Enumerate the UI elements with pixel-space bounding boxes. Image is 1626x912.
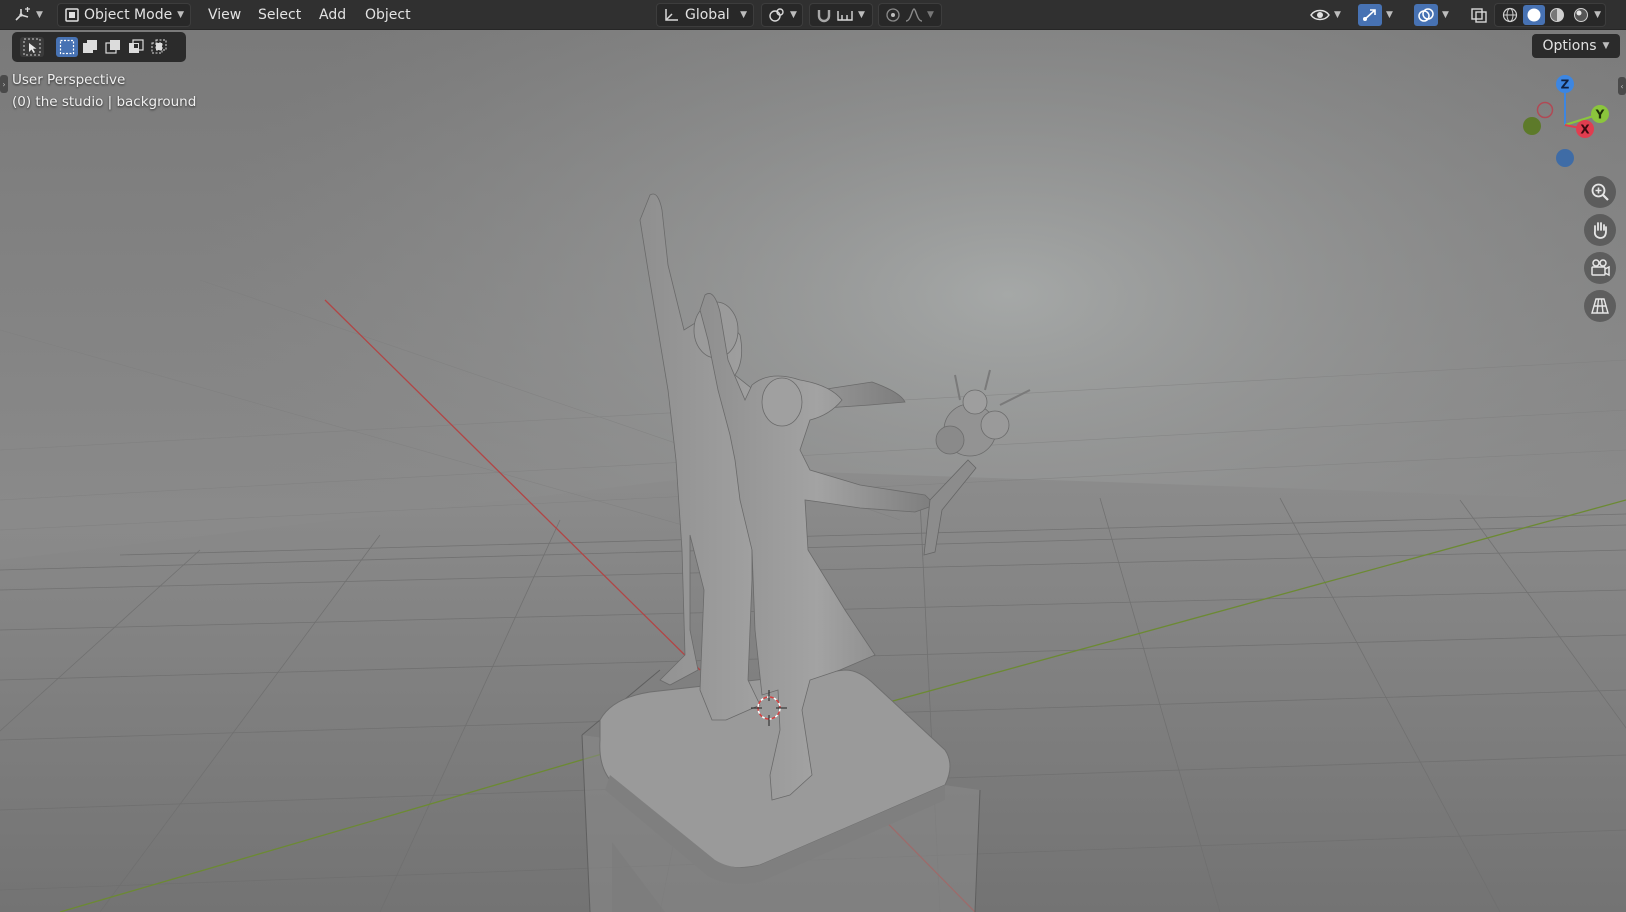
z-axis-label: Z [1561, 78, 1570, 92]
xray-toggle[interactable] [1464, 3, 1494, 27]
select-subtract-icon [105, 39, 121, 55]
select-extend-icon [82, 39, 98, 55]
chevron-down-icon: ▼ [790, 10, 797, 20]
editor-type-selector[interactable]: ▼ [8, 3, 49, 27]
zoom-button[interactable] [1584, 176, 1616, 208]
material-preview-shading-icon[interactable] [1547, 7, 1569, 23]
viewport-scene [0, 30, 1626, 912]
falloff-curve-icon[interactable] [905, 7, 923, 23]
xray-toggle-icon [1470, 7, 1488, 23]
select-new-icon [59, 39, 75, 55]
menu-select[interactable]: Select [258, 5, 301, 25]
wireframe-shading-icon[interactable] [1499, 7, 1521, 23]
solid-shading-icon[interactable] [1522, 5, 1545, 25]
3d-viewport-icon [14, 7, 32, 23]
options-label: Options [1542, 38, 1597, 54]
x-axis-handle[interactable]: X [1576, 120, 1594, 138]
selection-mode-intersect[interactable] [148, 37, 170, 57]
mode-label: Object Mode [84, 7, 173, 23]
perspective-label: User Perspective [12, 72, 126, 88]
pan-button[interactable] [1584, 214, 1616, 246]
camera-view-button[interactable] [1584, 252, 1616, 284]
chevron-down-icon: ▼ [177, 10, 184, 20]
select-intersect-icon [151, 39, 167, 55]
chevron-down-icon: ▼ [927, 10, 934, 20]
orthographic-grid-icon [1590, 296, 1610, 316]
object-visibility-selector[interactable]: ▼ [1304, 3, 1347, 27]
viewport-header: ▼ Object Mode ▼ View Select Add Object G… [0, 0, 1626, 30]
tool-settings-bar [12, 32, 186, 62]
gizmo-toggle-icon[interactable] [1358, 4, 1382, 26]
chevron-down-icon: ▼ [740, 10, 747, 20]
y-axis-handle[interactable]: Y [1591, 105, 1609, 123]
pivot-point-icon [768, 7, 786, 23]
collection-label: (0) the studio | background [12, 94, 197, 110]
chevron-down-icon: ▼ [858, 10, 865, 20]
chevron-down-icon: ▼ [1334, 10, 1341, 20]
orientation-label: Global [685, 7, 730, 23]
selection-mode-new[interactable] [56, 37, 78, 57]
object-visibility-icon [1310, 7, 1330, 23]
chevron-down-icon: ▼ [36, 10, 43, 20]
options-dropdown[interactable]: Options ▼ [1532, 34, 1620, 58]
navigation-gizmo[interactable]: Z Y X [1510, 70, 1620, 180]
object-mode-icon [64, 7, 80, 23]
magnet-snap-icon[interactable] [816, 7, 832, 23]
orthographic-toggle-button[interactable] [1584, 290, 1616, 322]
orientation-axes-icon [663, 7, 681, 23]
gizmo-controls[interactable]: ▼ [1352, 3, 1399, 27]
select-invert-icon [128, 39, 144, 55]
z-axis-handle[interactable]: Z [1556, 75, 1574, 93]
chevron-down-icon[interactable]: ▼ [1594, 10, 1601, 20]
camera-view-icon [1589, 258, 1611, 278]
x-axis-label: X [1580, 123, 1590, 137]
overlays-icon[interactable] [1414, 4, 1438, 26]
proportional-editing-icon[interactable] [885, 7, 901, 23]
selection-mode-subtract[interactable] [102, 37, 124, 57]
menu-add[interactable]: Add [319, 5, 346, 25]
shading-mode-group: ▼ [1494, 3, 1606, 27]
select-cursor-icon [23, 38, 41, 56]
select-tool-button[interactable] [20, 37, 44, 57]
rendered-shading-icon[interactable] [1570, 7, 1592, 23]
proportional-editing-controls[interactable]: ▼ [878, 3, 942, 27]
selection-mode-invert[interactable] [125, 37, 147, 57]
neg-y-axis-handle[interactable] [1523, 117, 1541, 135]
pan-hand-icon [1590, 220, 1610, 240]
y-axis-label: Y [1595, 108, 1605, 122]
toolbar-expand-tab[interactable]: › [0, 75, 8, 93]
chevron-down-icon: ▼ [1442, 10, 1449, 20]
mode-selector[interactable]: Object Mode ▼ [57, 3, 191, 27]
chevron-down-icon: ▼ [1602, 41, 1610, 51]
menu-view[interactable]: View [208, 5, 241, 25]
pivot-point-selector[interactable]: ▼ [761, 3, 803, 27]
menu-object[interactable]: Object [365, 5, 411, 25]
3d-viewport[interactable]: User Perspective (0) the studio | backgr… [0, 30, 1626, 912]
transform-orientation-selector[interactable]: Global ▼ [656, 3, 754, 27]
selection-mode-extend[interactable] [79, 37, 101, 57]
neg-x-axis-handle[interactable] [1536, 101, 1554, 119]
zoom-icon [1590, 182, 1610, 202]
neg-z-axis-handle[interactable] [1556, 149, 1574, 167]
overlays-controls[interactable]: ▼ [1408, 3, 1455, 27]
chevron-down-icon: ▼ [1386, 10, 1393, 20]
snapping-controls[interactable]: ▼ [809, 3, 873, 27]
snap-increment-icon[interactable] [836, 7, 854, 23]
